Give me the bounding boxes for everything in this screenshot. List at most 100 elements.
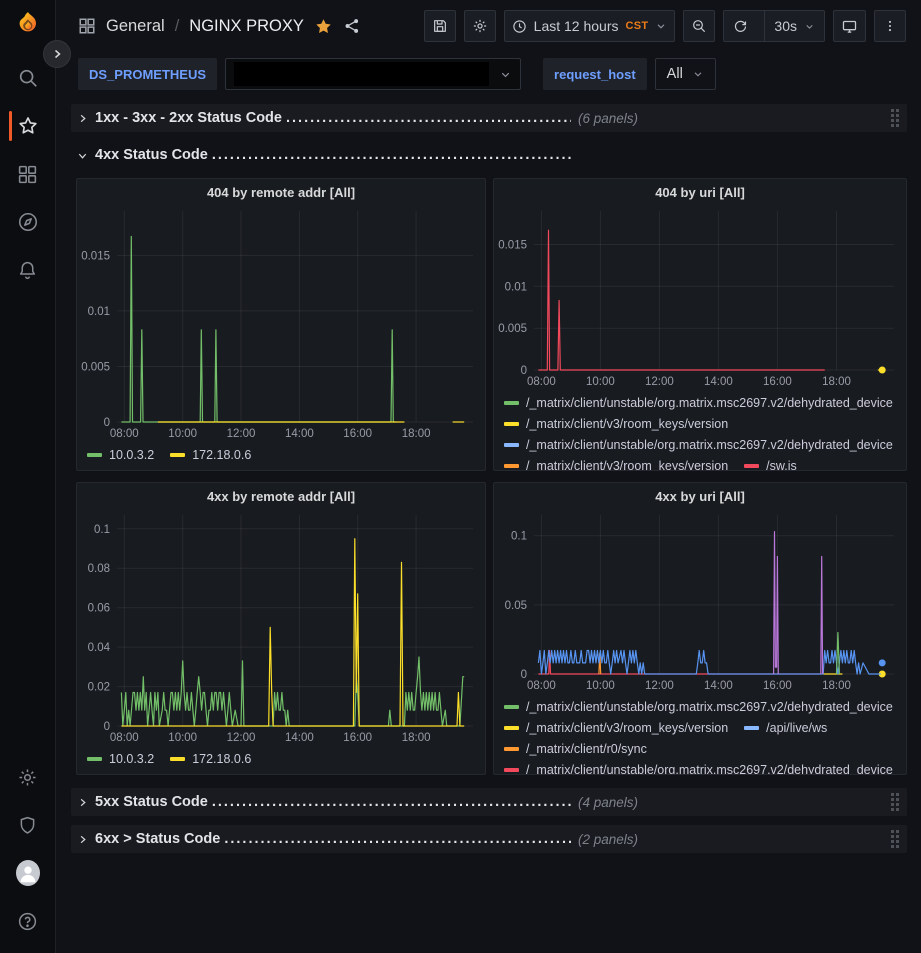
- help-icon[interactable]: [16, 909, 40, 933]
- svg-text:08:00: 08:00: [110, 732, 139, 744]
- row-header-5xx[interactable]: 5xx Status Code ........................…: [71, 788, 907, 816]
- variable-label-ds-prometheus[interactable]: DS_PROMETHEUS: [78, 58, 217, 90]
- legend-label: /_matrix/client/v3/room_keys/version: [526, 459, 728, 471]
- legend-label: /sw.js: [766, 459, 797, 471]
- refresh-interval-label: 30s: [774, 18, 797, 34]
- legend-item[interactable]: /api/live/ws: [744, 717, 827, 738]
- sidebar: [0, 0, 56, 953]
- svg-text:12:00: 12:00: [645, 376, 674, 388]
- datasource-select[interactable]: [225, 58, 521, 90]
- legend-swatch: [87, 453, 102, 457]
- legend-label: 172.18.0.6: [192, 448, 251, 462]
- legend-item[interactable]: /_matrix/client/v3/room_keys/version: [504, 413, 728, 434]
- dashboard-header: General / NGINX PROXY: [56, 0, 921, 52]
- legend-label: /_matrix/client/unstable/org.matrix.msc2…: [526, 396, 893, 410]
- legend-swatch: [504, 464, 519, 468]
- refresh-interval-dropdown[interactable]: 30s: [764, 11, 824, 41]
- legend-swatch: [87, 757, 102, 761]
- drag-handle[interactable]: [891, 793, 899, 811]
- svg-text:18:00: 18:00: [402, 428, 431, 440]
- chart-404-by-uri[interactable]: 08:0010:0012:0014:0016:0018:0000.0050.01…: [494, 205, 906, 390]
- legend-item[interactable]: /_matrix/client/r0/sync: [504, 738, 647, 759]
- svg-text:14:00: 14:00: [285, 428, 314, 440]
- kebab-menu-button[interactable]: [874, 10, 906, 42]
- legend-item[interactable]: /_matrix/client/v3/room_keys/version: [504, 455, 728, 470]
- time-range-label: Last 12 hours: [534, 18, 619, 34]
- panel-legend: /_matrix/client/unstable/org.matrix.msc2…: [494, 694, 906, 774]
- sidebar-item-server-admin[interactable]: [16, 813, 40, 837]
- panel-title[interactable]: 404 by remote addr [All]: [77, 179, 485, 205]
- svg-text:10:00: 10:00: [586, 376, 615, 388]
- row-header-1xx-3xx-2xx[interactable]: 1xx - 3xx - 2xx Status Code ............…: [71, 104, 907, 132]
- save-dashboard-button[interactable]: [424, 10, 456, 42]
- svg-text:16:00: 16:00: [763, 680, 792, 692]
- svg-text:14:00: 14:00: [704, 680, 733, 692]
- svg-text:10:00: 10:00: [168, 428, 197, 440]
- sidebar-item-configuration[interactable]: [16, 765, 40, 789]
- chevron-down-icon: [804, 21, 815, 32]
- zoom-out-button[interactable]: [683, 10, 715, 42]
- sidebar-item-starred[interactable]: [16, 114, 40, 138]
- sidebar-expand-button[interactable]: [43, 40, 71, 68]
- time-range-picker[interactable]: Last 12 hours CST: [504, 10, 676, 42]
- svg-text:14:00: 14:00: [704, 376, 733, 388]
- row-panel-count: (2 panels): [578, 832, 638, 847]
- active-indicator: [9, 111, 12, 141]
- sidebar-item-alerting[interactable]: [16, 258, 40, 282]
- legend-label: /_matrix/client/v3/room_keys/version: [526, 417, 728, 431]
- dashboard-settings-button[interactable]: [464, 10, 496, 42]
- row-header-6xx[interactable]: 6xx > Status Code ......................…: [71, 825, 907, 853]
- breadcrumb-folder[interactable]: General: [106, 17, 165, 36]
- svg-text:08:00: 08:00: [527, 376, 556, 388]
- legend-item[interactable]: /_matrix/client/unstable/org.matrix.msc2…: [504, 392, 893, 413]
- dashboard-title[interactable]: NGINX PROXY: [189, 17, 304, 36]
- drag-handle[interactable]: [891, 109, 899, 127]
- refresh-button[interactable]: [724, 11, 757, 41]
- panel-title[interactable]: 4xx by remote addr [All]: [77, 483, 485, 509]
- legend-item[interactable]: /sw.js: [744, 455, 797, 470]
- panel-legend: 10.0.3.2 172.18.0.6: [77, 442, 485, 470]
- search-icon[interactable]: [16, 66, 40, 90]
- cycle-view-mode-button[interactable]: [833, 10, 866, 42]
- svg-text:0.015: 0.015: [498, 240, 527, 252]
- svg-text:08:00: 08:00: [527, 680, 556, 692]
- svg-text:0.06: 0.06: [88, 603, 110, 615]
- submenu-variables: DS_PROMETHEUS request_host All: [56, 52, 921, 96]
- panel-4xx-by-remote-addr: 4xx by remote addr [All] 08:0010:0012:00…: [76, 482, 486, 775]
- svg-text:10:00: 10:00: [586, 680, 615, 692]
- legend-item[interactable]: 10.0.3.2: [87, 444, 154, 465]
- legend-swatch: [504, 726, 519, 730]
- svg-text:18:00: 18:00: [822, 376, 851, 388]
- apps-grid-icon[interactable]: [78, 17, 96, 35]
- legend-item[interactable]: /_matrix/client/unstable/org.matrix.msc2…: [504, 696, 893, 717]
- legend-label: /_matrix/client/r0/sync: [526, 742, 647, 756]
- legend-item[interactable]: /_matrix/client/unstable/org.matrix.msc2…: [504, 759, 893, 774]
- svg-text:0: 0: [521, 669, 527, 681]
- row-header-4xx[interactable]: 4xx Status Code ........................…: [71, 141, 907, 169]
- chart-4xx-by-remote-addr[interactable]: 08:0010:0012:0014:0016:0018:0000.020.040…: [77, 509, 485, 746]
- legend-item[interactable]: 172.18.0.6: [170, 444, 251, 465]
- panel-title[interactable]: 404 by uri [All]: [494, 179, 906, 205]
- legend-item[interactable]: /_matrix/client/unstable/org.matrix.msc2…: [504, 434, 893, 455]
- svg-text:16:00: 16:00: [763, 376, 792, 388]
- legend-item[interactable]: 10.0.3.2: [87, 748, 154, 769]
- chart-404-by-remote-addr[interactable]: 08:0010:0012:0014:0016:0018:0000.0050.01…: [77, 205, 485, 442]
- chart-4xx-by-uri[interactable]: 08:0010:0012:0014:0016:0018:0000.050.1: [494, 509, 906, 694]
- legend-swatch: [744, 464, 759, 468]
- grafana-logo-icon[interactable]: [13, 10, 43, 40]
- legend-item[interactable]: /_matrix/client/v3/room_keys/version: [504, 717, 728, 738]
- chevron-down-icon: [655, 20, 667, 32]
- request-host-dropdown[interactable]: All: [655, 58, 716, 90]
- share-icon[interactable]: [343, 17, 361, 35]
- legend-swatch: [504, 443, 519, 447]
- sidebar-item-explore[interactable]: [16, 210, 40, 234]
- user-avatar[interactable]: [16, 861, 40, 885]
- variable-label-request-host[interactable]: request_host: [543, 58, 647, 90]
- legend-item[interactable]: 172.18.0.6: [170, 748, 251, 769]
- favorite-star-icon[interactable]: [314, 17, 333, 36]
- drag-handle[interactable]: [891, 830, 899, 848]
- sidebar-item-dashboards[interactable]: [16, 162, 40, 186]
- svg-text:16:00: 16:00: [343, 732, 372, 744]
- chevron-right-icon: [77, 113, 88, 124]
- panel-title[interactable]: 4xx by uri [All]: [494, 483, 906, 509]
